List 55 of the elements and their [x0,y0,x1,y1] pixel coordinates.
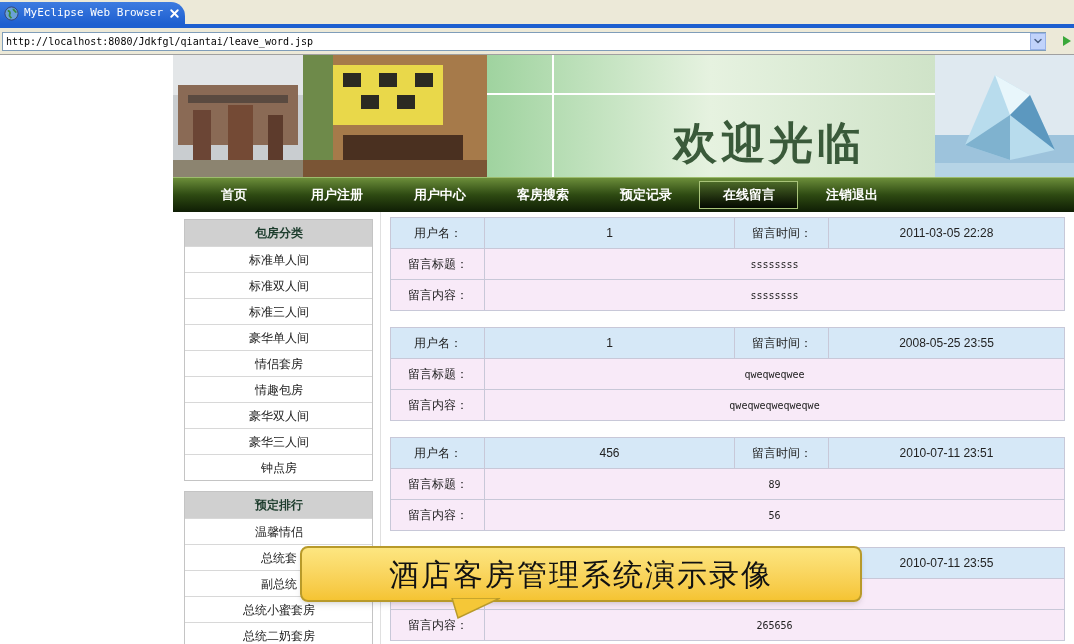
field-value: 2010-07-11 23:51 [829,438,1065,469]
field-label: 用户名： [391,328,485,359]
sidebar-heading: 预定排行 [185,492,372,518]
nav-tab[interactable]: 用户注册 [287,181,386,209]
field-value: ssssssss [485,249,1065,280]
field-value: 1 [485,328,735,359]
nav-tab[interactable]: 首页 [184,181,283,209]
nav-tab[interactable]: 在线留言 [699,181,798,209]
sidebar-item[interactable]: 总统二奶套房 [185,622,372,644]
globe-icon [4,5,19,21]
nav-tab[interactable]: 客房搜索 [493,181,592,209]
sidebar-item[interactable]: 标准双人间 [185,272,372,298]
sidebar-heading: 包房分类 [185,220,372,246]
sidebar-item[interactable]: 豪华三人间 [185,428,372,454]
field-value: 56 [485,500,1065,531]
field-value: qweqweqwee [485,359,1065,390]
sidebar-item[interactable]: 豪华双人间 [185,402,372,428]
sidebar-item[interactable]: 豪华单人间 [185,324,372,350]
field-label: 用户名： [391,218,485,249]
field-value: qweqweqweqweqwe [485,390,1065,421]
field-label: 留言标题： [391,249,485,280]
field-label: 留言时间： [735,328,829,359]
field-value: 265656 [485,610,1065,641]
field-label: 留言标题： [391,359,485,390]
field-label: 留言内容： [391,610,485,641]
field-value: 2011-03-05 22:28 [829,218,1065,249]
close-icon[interactable] [168,6,181,20]
field-value: 2008-05-25 23:55 [829,328,1065,359]
field-label: 留言时间： [735,218,829,249]
go-icon[interactable] [1062,35,1072,47]
field-label: 留言内容： [391,390,485,421]
nav-tab[interactable]: 用户中心 [390,181,489,209]
welcome-heading: 欢迎光临 [673,121,865,165]
field-label: 用户名： [391,438,485,469]
nav-tab[interactable]: 注销退出 [802,181,901,209]
tooltip-tail [450,598,502,620]
tab-title: MyEclipse Web Browser [23,4,164,21]
sidebar-item[interactable]: 标准单人间 [185,246,372,272]
field-value: ssssssss [485,280,1065,311]
sidebar-item[interactable]: 温馨情侣 [185,518,372,544]
sidebar-item[interactable]: 情趣包房 [185,376,372,402]
browser-tab[interactable]: MyEclipse Web Browser [0,2,185,24]
field-value: 1 [485,218,735,249]
sidebar-item[interactable]: 标准三人间 [185,298,372,324]
field-label: 留言时间： [735,438,829,469]
field-label: 留言内容： [391,280,485,311]
url-field[interactable]: http://localhost:8080/Jdkfgl/qiantai/leave_word.jsp [2,31,1046,51]
field-label: 留言内容： [391,500,485,531]
field-label: 留言标题： [391,469,485,500]
nav-tab[interactable]: 预定记录 [596,181,695,209]
field-value: 456 [485,438,735,469]
field-value: 89 [485,469,1065,500]
sidebar-item[interactable]: 钟点房 [185,454,372,480]
sidebar-item[interactable]: 情侣套房 [185,350,372,376]
caption-tooltip: 酒店客房管理系统演示录像 [300,546,862,602]
